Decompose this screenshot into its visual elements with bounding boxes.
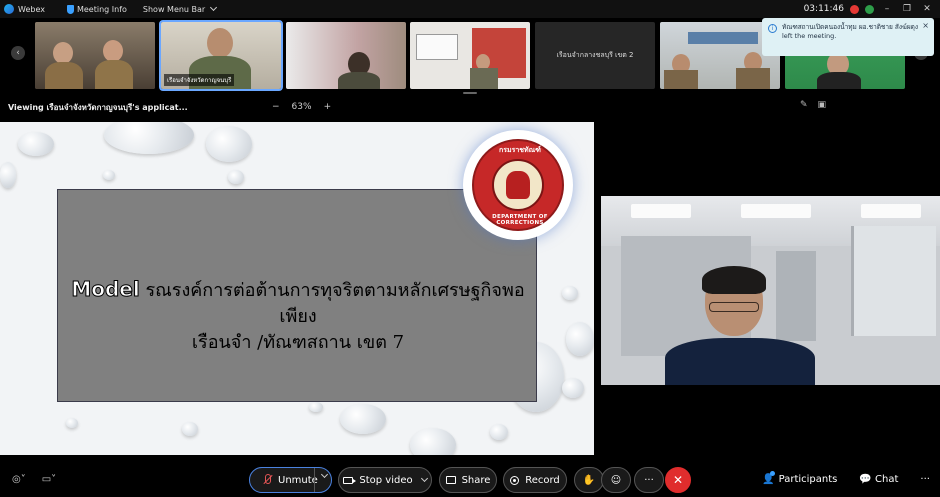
slide-title: Model รณรงค์การต่อต้านการทุจริตตามหลักเศ… [58, 276, 538, 356]
meeting-controls-bar: ◎˅ ▭˅ Unmute Stop video Share Record ✋ ☺… [0, 463, 940, 497]
reactions-button[interactable]: ☺ [601, 467, 631, 493]
panel-options-icon[interactable]: ··· [920, 474, 930, 485]
more-options-button[interactable]: ··· [634, 467, 664, 493]
share-button[interactable]: Share [439, 467, 497, 493]
record-label: Record [525, 474, 560, 486]
participants-label: Participants [778, 474, 838, 485]
close-icon[interactable]: ✕ [920, 4, 934, 14]
stop-video-button[interactable]: Stop video [338, 467, 432, 493]
webex-icon [4, 4, 14, 14]
unmute-label: Unmute [278, 474, 318, 486]
notification-toast: i ทัณฑสถานเปิดคนองน้ำทุม ผอ.ชาติชาย สังฆ… [762, 18, 934, 56]
participant-name: เรือนจำจังหวัดกาญจนบุรี [164, 74, 235, 86]
audio-connection-icon[interactable]: ◎˅ [12, 474, 26, 485]
slide-title-line2: เรือนจำ /ทัณฑสถาน เขต 7 [191, 332, 405, 353]
toast-text: ทัณฑสถานเปิดคนองน้ำทุม ผอ.ชาติชาย สังฆ์ผ… [782, 23, 919, 40]
view-bar-icons: ✎ ▣ [800, 100, 826, 110]
participant-tile[interactable] [410, 22, 530, 89]
meeting-info-label: Meeting Info [76, 4, 127, 14]
layout-icon[interactable]: ▣ [818, 100, 827, 110]
slide-title-line1: รณรงค์การต่อต้านการทุจริตตามหลักเศรษฐกิจ… [139, 280, 525, 327]
department-of-corrections-seal: กรมราชทัณฑ์ DEPARTMENT OF CORRECTIONS [463, 130, 573, 240]
chevron-down-icon [210, 3, 218, 12]
zoom-out-button[interactable]: − [272, 102, 280, 112]
self-video[interactable] [601, 196, 940, 385]
emoji-icon: ☺ [610, 474, 622, 486]
participant-tile[interactable] [35, 22, 155, 89]
seal-emblem-icon [492, 159, 544, 211]
chat-icon: 💬 [859, 474, 872, 485]
video-options-chevron-icon[interactable] [420, 474, 428, 483]
close-icon: ✕ [672, 473, 684, 487]
show-menu-bar-button[interactable]: Show Menu Bar [142, 3, 218, 14]
mic-muted-icon [262, 474, 272, 486]
webex-logo: Webex [4, 4, 45, 14]
app-name: Webex [18, 4, 45, 14]
chat-button[interactable]: 💬 Chat [859, 474, 898, 485]
stop-video-label: Stop video [359, 474, 413, 486]
zoom-controls: − 63% + [272, 102, 331, 112]
captions-icon[interactable]: ▭˅ [42, 474, 56, 485]
seal-thai-text: กรมราชทัณฑ์ [499, 146, 541, 154]
participants-notification-icon [770, 471, 776, 476]
record-button[interactable]: Record [503, 467, 567, 493]
zoom-level[interactable]: 63% [292, 102, 312, 112]
restore-icon[interactable]: ❐ [900, 4, 914, 14]
meeting-timer: 03:11:46 [803, 4, 844, 14]
camera-icon [343, 476, 357, 484]
info-icon: i [768, 24, 777, 33]
strip-resize-handle[interactable] [463, 92, 477, 94]
participant-name: เรือนจำกลางชลบุรี เขต 2 [556, 51, 634, 59]
share-view-bar: Viewing เรือนจำจังหวัดกาญจนบุรี's applic… [0, 98, 600, 116]
leave-meeting-button[interactable]: ✕ [665, 467, 691, 493]
shared-content-slide: Model รณรงค์การต่อต้านการทุจริตตามหลักเศ… [0, 122, 594, 455]
seal-english-text: DEPARTMENT OF CORRECTIONS [492, 214, 548, 226]
unmute-button[interactable]: Unmute [249, 467, 332, 493]
strip-prev-arrow-icon[interactable]: ‹ [11, 46, 25, 60]
recording-indicator-icon[interactable] [850, 4, 859, 14]
show-menu-bar-label: Show Menu Bar [142, 4, 206, 14]
meeting-info-button[interactable]: Meeting Info [66, 4, 127, 14]
zoom-in-button[interactable]: + [324, 102, 332, 112]
participant-tile-no-video[interactable]: เรือนจำกลางชลบุรี เขต 2 [535, 22, 655, 89]
viewing-title: Viewing เรือนจำจังหวัดกาญจนบุรี's applic… [8, 102, 188, 112]
share-screen-icon [445, 476, 456, 484]
slide-title-box: Model รณรงค์การต่อต้านการทุจริตตามหลักเศ… [57, 189, 537, 402]
chat-label: Chat [875, 474, 899, 485]
audio-options-chevron-icon[interactable] [320, 470, 329, 479]
annotate-icon[interactable]: ✎ [800, 100, 808, 110]
participants-button[interactable]: 👤 Participants [762, 471, 838, 485]
more-icon: ··· [644, 474, 654, 486]
title-bar: Webex Meeting Info Show Menu Bar 03:11:4… [0, 0, 940, 18]
toast-close-icon[interactable]: × [922, 21, 929, 30]
minimize-icon[interactable]: – [880, 4, 894, 14]
hand-icon: ✋ [582, 474, 596, 486]
connection-status-icon[interactable] [865, 4, 874, 14]
participant-tile-active-speaker[interactable]: เรือนจำจังหวัดกาญจนบุรี [159, 20, 283, 91]
slide-title-model: Model [71, 277, 140, 302]
participant-tile[interactable] [286, 22, 406, 89]
raise-hand-button[interactable]: ✋ [574, 467, 604, 493]
video-participant [665, 266, 815, 385]
shield-icon [66, 4, 74, 14]
record-icon [510, 475, 520, 485]
share-label: Share [461, 474, 491, 486]
